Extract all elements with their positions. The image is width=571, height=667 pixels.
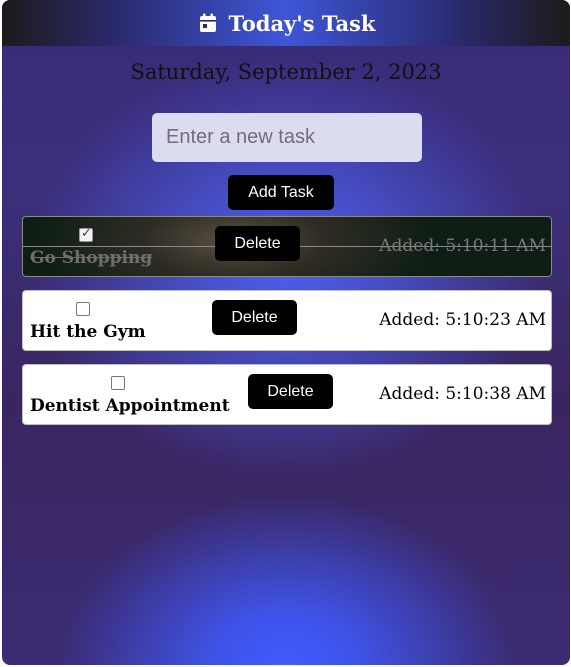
task-name: Go Shopping <box>30 248 153 268</box>
task-checkbox[interactable] <box>79 226 93 242</box>
task-item: Go Shopping Delete Added: 5:10:11 AM <box>22 216 552 277</box>
new-task-input[interactable] <box>152 113 422 162</box>
task-checkbox[interactable] <box>111 376 125 390</box>
task-name: Dentist Appointment <box>30 396 230 416</box>
page-title: Today's Task <box>228 10 376 36</box>
task-added-time: Added: 5:10:38 AM <box>379 384 546 404</box>
task-added-time: Added: 5:10:11 AM <box>379 236 546 256</box>
todo-app: Today's Task Saturday, September 2, 2023… <box>2 0 570 665</box>
task-name: Hit the Gym <box>30 322 146 342</box>
task-added-time: Added: 5:10:23 AM <box>379 310 546 330</box>
current-date: Saturday, September 2, 2023 <box>130 60 442 84</box>
calendar-icon <box>199 13 216 32</box>
task-checkbox[interactable] <box>76 302 90 316</box>
task-item: Hit the Gym Delete Added: 5:10:23 AM <box>22 290 552 351</box>
app-header: Today's Task <box>2 0 570 46</box>
task-item: Dentist Appointment Delete Added: 5:10:3… <box>22 364 552 425</box>
delete-button[interactable]: Delete <box>215 226 300 261</box>
delete-button[interactable]: Delete <box>212 300 297 335</box>
delete-button[interactable]: Delete <box>248 374 333 409</box>
add-task-button[interactable]: Add Task <box>228 175 334 210</box>
